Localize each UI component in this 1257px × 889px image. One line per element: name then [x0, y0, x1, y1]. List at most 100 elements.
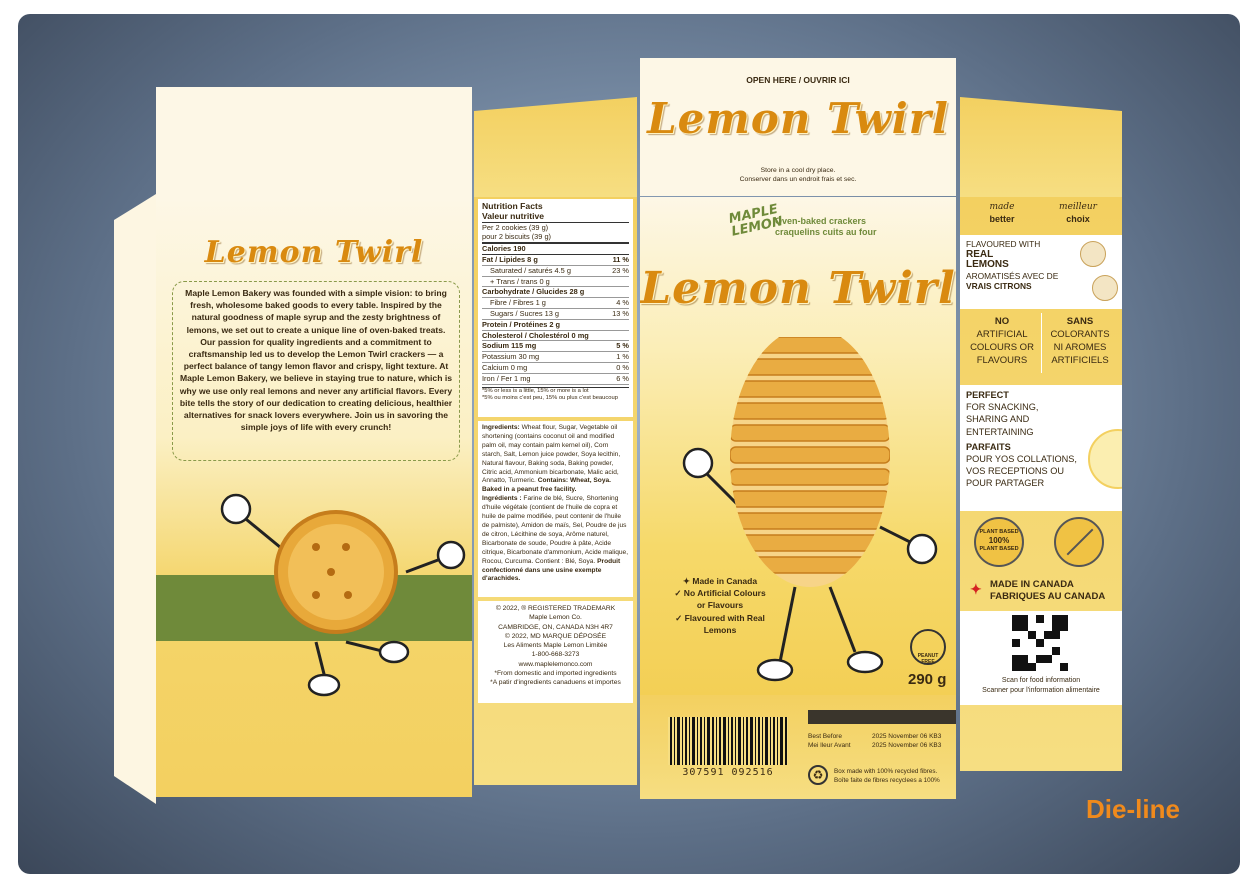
nutrient-dv: 23 % [612, 265, 629, 275]
nutrient-label: Sugars / Sucres 13 g [490, 308, 560, 318]
nutrient-row: Saturated / saturés 4.5 g 23 % [482, 266, 629, 277]
net-weight: 290 g [908, 671, 947, 688]
ingredients-fr: Farine de blé, Sucre, Shortening d'huile… [482, 495, 629, 565]
best-before-en: Best Before [808, 733, 842, 740]
ingredients-label-fr: Ingrédients : [482, 495, 522, 503]
best-before-fr: Mei lleur Avant [808, 742, 851, 749]
cracker-mascot [220, 493, 466, 697]
plant-2: 100% [988, 536, 1010, 545]
presentation-background: Lemon Twirl Maple Lemon Bakery was found… [18, 14, 1240, 874]
nutrient-label: Fibre / Fibres 1 g [490, 298, 546, 308]
made-en: made [989, 202, 1015, 212]
company-line: © 2022, MD MARQUE DÉPOSÉE [504, 632, 607, 640]
nutrient-dv: 13 % [612, 308, 629, 318]
nutrient-dv: 11 % [612, 254, 629, 264]
contains-en: Contains: Wheat, Soya. [537, 477, 611, 485]
company-line: www.maplelemonco.com [518, 660, 593, 668]
cracker-stack-mascot [682, 337, 938, 682]
lot-print-area [808, 710, 956, 724]
maple-leaf-icon: ✦ [970, 581, 982, 597]
brand-story: Maple Lemon Bakery was founded with a si… [179, 288, 453, 433]
nutrient-label: Potassium 30 mg [482, 352, 540, 362]
storage-en: Store in a cool dry place. [760, 167, 836, 174]
calories: Calories 190 [482, 244, 629, 255]
plant-based-badge: PLANT BASED 100% PLANT BASED [974, 517, 1024, 567]
dv-footnote-en: *5% or less is a little, 15% or more is … [482, 386, 629, 396]
real-lemons-block: FLAVOURED WITH REAL LEMONS AROMATISÉS AV… [960, 235, 1122, 309]
nutrient-dv: 0 % [616, 362, 629, 372]
nutrient-row: Fibre / Fibres 1 g 4 % [482, 298, 629, 309]
no-peanut-icon [1054, 517, 1104, 567]
company-line: CAMBRIDGE, ON, CANADA N3H 4R7 [498, 623, 613, 631]
front-logo: Lemon Twirl [640, 263, 956, 314]
recycle-text: Box made with 100% recycled fibres. Boît… [834, 767, 940, 785]
nutrient-row: Calcium 0 mg 0 % [482, 363, 629, 374]
qr-code [1012, 615, 1068, 671]
sans-4: ARTIFICIELS [1051, 355, 1109, 366]
date-1: 2025 November 06 KB3 [872, 733, 942, 740]
made-in-canada-en: MADE IN CANADA [990, 579, 1074, 590]
dv-footnote-fr: *5% ou moins c'est peu, 15% ou plus c'es… [482, 395, 618, 402]
back-top-flap [156, 87, 472, 197]
nutrient-dv: 1 % [616, 352, 629, 362]
nutrient-label: Protein / Protéines 2 g [482, 319, 561, 329]
recycle-icon: ♻ [808, 765, 828, 785]
peanut-free-badge: PEANUT FREE [910, 629, 946, 665]
no-4: FLAVOURS [976, 355, 1028, 366]
front-claims: ✦ Made in Canada ✓ No Artificial Colours o… [658, 575, 782, 636]
back-panel: Lemon Twirl Maple Lemon Bakery was found… [156, 197, 472, 797]
nutrient-row: Sugars / Sucres 13 g 13 % [482, 309, 629, 320]
tagline-en: Oven-baked crackers [775, 216, 867, 226]
company-line: Maple Lemon Co. [529, 614, 582, 622]
back-logo: Lemon Twirl [204, 235, 424, 270]
claim-line: ✓ No Artificial Colours [674, 588, 766, 599]
benefit-line: ENTERTAINING [966, 426, 1034, 437]
nutrient-row: Sodium 115 mg 5 % [482, 341, 629, 353]
best-before-dates: 2025 November 06 KB3 2025 November 06 KB… [872, 732, 941, 750]
better-en: better [989, 214, 1015, 224]
company-line: 1-800-668-3273 [531, 651, 580, 659]
ingredients-block: Ingredients: Wheat flour, Sugar, Vegetab… [478, 421, 633, 597]
peanut-free-facility: Baked in a peanut free facility. [482, 486, 577, 494]
plant-3: PLANT BASED [979, 546, 1019, 552]
nutrient-label: Calcium 0 mg [482, 362, 528, 372]
serving-en: Per 2 cookies (39 g) [482, 222, 549, 232]
nutrient-row: Potassium 30 mg 1 % [482, 352, 629, 363]
barcode [668, 717, 788, 765]
nutrient-label: Cholesterol / Cholestérol 0 mg [482, 330, 589, 340]
fabriques-fr: FABRIQUES AU CANADA [990, 591, 1106, 602]
right-side-panel: made better meilleur choix FLAVOURED WIT… [960, 197, 1122, 771]
company-line: *From domestic and imported ingredients [494, 670, 617, 678]
perfect-block: PERFECT FOR SNACKING, SHARING AND ENTERTAI… [960, 385, 1122, 511]
nutrient-label: + Trans / trans 0 g [490, 276, 550, 286]
claim-line: ✓ Flavoured with Real [675, 612, 765, 623]
nutrient-label: Iron / Fer 1 mg [482, 373, 531, 383]
scan-fr: Scanner pour l'information alimentaire [982, 687, 1100, 694]
serving-fr: pour 2 biscuits (39 g) [482, 232, 629, 245]
side-top-flap [474, 97, 637, 197]
claim-line: or Flavours [696, 600, 744, 611]
sans-2: COLORANTS [1050, 329, 1110, 340]
company-info: © 2022, ® REGISTERED TRADEMARK Maple Lemo… [478, 601, 633, 703]
no-artificial-block: NO ARTIFICIAL COLOURS OR FLAVOURS SANS C… [960, 309, 1122, 379]
nutrient-rows: Fat / Lipides 8 g 11 % Saturated / saturés… [482, 255, 629, 385]
no-artificial-en: NO ARTIFICIAL COLOURS OR FLAVOURS [964, 315, 1040, 367]
no-1: NO [994, 316, 1010, 327]
qr-block: Scan for food information Scanner pour l… [960, 611, 1122, 705]
sans-colorants-fr: SANS COLORANTS NI AROMES ARTIFICIELS [1042, 315, 1118, 367]
front-top-flap: OPEN HERE / OUVRIR ICI Lemon Twirl Store… [640, 58, 956, 196]
right-top-flap [960, 97, 1122, 197]
perfect-lines: FOR SNACKING, SHARING AND ENTERTAINING [966, 401, 1116, 438]
nutrient-row: + Trans / trans 0 g [482, 277, 629, 288]
made-fr: meilleur [1059, 202, 1097, 212]
claim-line: Lemons [703, 624, 737, 635]
claim-line: ✦ Made in Canada [682, 576, 758, 586]
made-in-canada: ✦ MADE IN CANADA FABRIQUES AU CANADA [970, 579, 1105, 603]
nutrient-row: Iron / Fer 1 mg 6 % [482, 374, 629, 385]
recycle-fr: Boîte faite de fibres recyclees a 100% [834, 777, 940, 784]
nutrient-label: Carbohydrate / Glucides 28 g [482, 287, 585, 297]
benefit-line: SHARING AND [966, 414, 1030, 425]
nutrition-facts-table: Nutrition Facts Valeur nutritive Per 2 c… [478, 199, 633, 417]
tagline-fr: craquelins cuits au four [775, 227, 877, 237]
benefit-line: FOR SNACKING, [966, 402, 1039, 413]
